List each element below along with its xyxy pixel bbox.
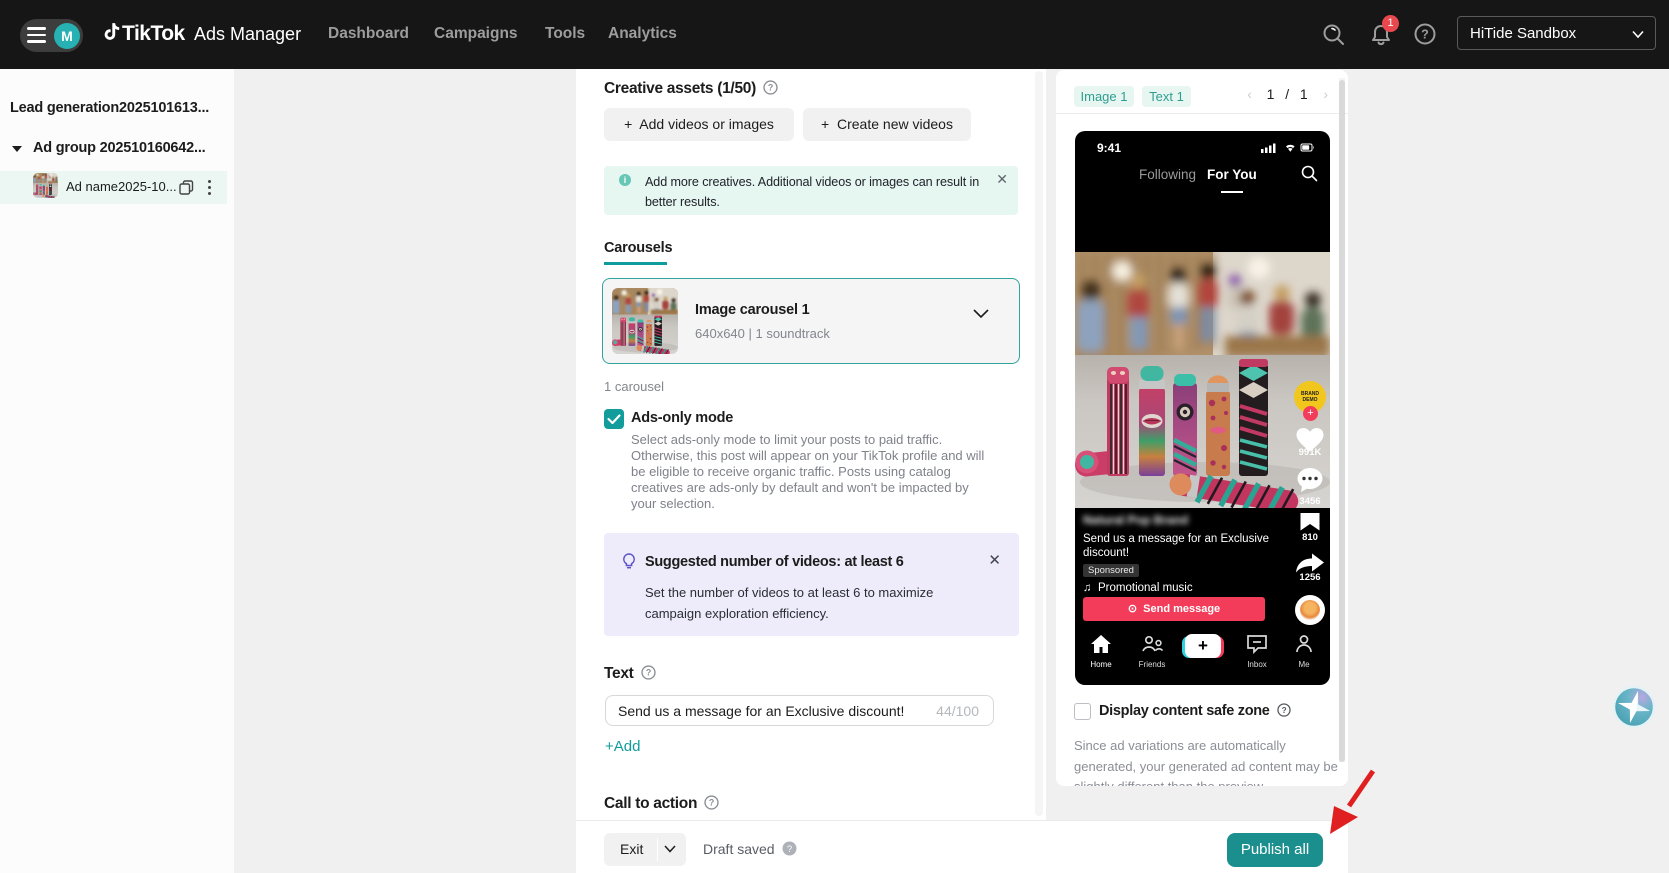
svg-text:?: ? [1421,28,1429,42]
svg-text:?: ? [645,668,650,678]
svg-text:?: ? [709,798,714,808]
svg-text:?: ? [768,83,773,93]
svg-text:?: ? [787,844,792,855]
svg-text:?: ? [1282,706,1287,715]
